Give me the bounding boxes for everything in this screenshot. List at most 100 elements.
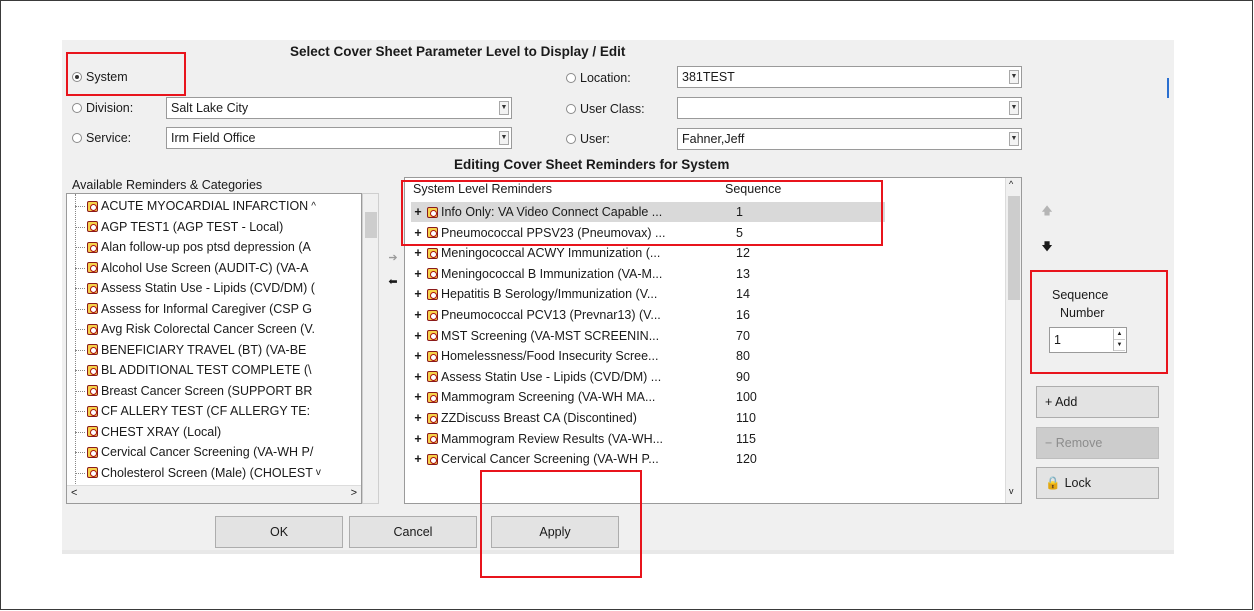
reminder-clock-icon (87, 405, 98, 417)
spin-down-icon[interactable]: ▼ (1114, 340, 1125, 351)
division-select[interactable]: Salt Lake City ▼ (166, 97, 512, 119)
remove-button[interactable]: − Remove (1036, 427, 1159, 459)
available-item-label: CF ALLERY TEST (CF ALLERGY TE: (101, 404, 311, 418)
user-class-select[interactable]: ▼ (677, 97, 1022, 119)
reminder-sequence: 5 (736, 225, 743, 240)
system-reminder-row[interactable]: + Cervical Cancer Screening (VA-WH P... 12… (411, 449, 885, 469)
system-reminder-row[interactable]: + Meningococcal B Immunization (VA-M... 13 (411, 264, 885, 284)
available-item[interactable]: Breast Cancer Screen (SUPPORT BR (67, 381, 361, 401)
reminder-clock-icon (427, 288, 438, 300)
available-item[interactable]: BENEFICIARY TRAVEL (BT) (VA-BE (67, 340, 361, 360)
scroll-up-icon[interactable]: ^ (311, 201, 316, 212)
scroll-right-icon[interactable]: > (351, 487, 357, 499)
scroll-down-icon[interactable]: v (1009, 486, 1014, 496)
system-reminder-row[interactable]: + Pneumococcal PPSV23 (Pneumovax) ... 5 (411, 223, 885, 243)
available-item[interactable]: CF ALLERY TEST (CF ALLERGY TE: (67, 401, 361, 421)
expand-plus-icon[interactable]: + (411, 205, 425, 219)
cancel-button[interactable]: Cancel (349, 516, 477, 548)
system-reminder-row[interactable]: + Mammogram Review Results (VA-WH... 115 (411, 429, 885, 449)
available-item-label: BL ADDITIONAL TEST COMPLETE (\ (101, 363, 312, 377)
apply-button[interactable]: Apply (491, 516, 619, 548)
reminder-sequence: 16 (736, 308, 750, 322)
available-reminders-list[interactable]: ACUTE MYOCARDIAL INFARCTION ^ AGP TEST1 (A… (66, 193, 362, 504)
scroll-thumb[interactable] (1008, 196, 1020, 300)
system-reminder-row[interactable]: + MST Screening (VA-MST SCREENIN... 70 (411, 326, 885, 346)
expand-plus-icon[interactable]: + (411, 287, 425, 301)
column-header-sequence: Sequence (725, 182, 782, 196)
expand-plus-icon[interactable]: + (411, 226, 425, 240)
available-item[interactable]: Assess for Informal Caregiver (CSP G (67, 299, 361, 319)
available-item[interactable]: CHEST XRAY (Local) (67, 422, 361, 442)
expand-plus-icon[interactable]: + (411, 390, 425, 404)
system-reminders-list[interactable]: System Level Reminders Sequence + Info On… (404, 177, 1022, 504)
expand-plus-icon[interactable]: + (411, 246, 425, 260)
available-item-label: CHEST XRAY (Local) (101, 424, 222, 439)
radio-service[interactable]: Service: (72, 131, 131, 145)
reminder-name: Meningococcal ACWY Immunization (... (441, 246, 661, 261)
arrow-up-icon[interactable]: 🡅 (1038, 202, 1056, 220)
system-reminder-row[interactable]: + Info Only: VA Video Connect Capable ...… (411, 202, 885, 222)
system-reminder-row[interactable]: + ZZDiscuss Breast CA (Discontined) 110 (411, 408, 885, 428)
scroll-thumb[interactable] (365, 212, 377, 238)
spinner-buttons[interactable]: ▲ ▼ (1113, 329, 1125, 351)
radio-system-label: System (86, 70, 128, 84)
system-vertical-scrollbar[interactable]: ^ v (1005, 178, 1021, 503)
tree-connector (75, 349, 85, 351)
available-item[interactable]: Alcohol Use Screen (AUDIT-C) (VA-A (67, 258, 361, 278)
expand-plus-icon[interactable]: + (411, 411, 425, 425)
radio-user-class[interactable]: User Class: (566, 102, 645, 116)
arrow-down-icon[interactable]: 🡇 (1038, 238, 1056, 256)
chevron-down-icon[interactable]: ▼ (499, 101, 509, 115)
user-select[interactable]: Fahner,Jeff ▼ (677, 128, 1022, 150)
arrow-left-icon[interactable]: ⬅ (384, 272, 402, 290)
reminder-clock-icon (87, 323, 98, 335)
system-reminder-row[interactable]: + Homelessness/Food Insecurity Scree... 80 (411, 346, 885, 366)
sequence-number-spinner[interactable]: 1 ▲ ▼ (1049, 327, 1127, 353)
system-reminder-row[interactable]: + Mammogram Screening (VA-WH MA... 100 (411, 387, 885, 407)
expand-plus-icon[interactable]: + (411, 452, 425, 466)
available-item[interactable]: Cervical Cancer Screening (VA-WH P/ (67, 442, 361, 462)
expand-plus-icon[interactable]: + (411, 370, 425, 384)
ok-button[interactable]: OK (215, 516, 343, 548)
spin-up-icon[interactable]: ▲ (1114, 329, 1125, 340)
available-item[interactable]: AGP TEST1 (AGP TEST - Local) (67, 217, 361, 237)
scroll-up-icon[interactable]: ^ (1009, 179, 1013, 189)
available-item[interactable]: BL ADDITIONAL TEST COMPLETE (\ (67, 360, 361, 380)
system-reminder-row[interactable]: + Assess Statin Use - Lipids (CVD/DM) ...… (411, 367, 885, 387)
service-select[interactable]: Irm Field Office ▼ (166, 127, 512, 149)
window-accent (1167, 78, 1169, 98)
chevron-down-icon[interactable]: ▼ (1009, 132, 1019, 146)
chevron-down-icon[interactable]: ▼ (1009, 101, 1019, 115)
radio-system[interactable]: System (72, 70, 128, 84)
horizontal-scrollbar[interactable]: < > (67, 485, 361, 503)
chevron-down-icon[interactable]: ▼ (1009, 70, 1019, 84)
available-item[interactable]: Avg Risk Colorectal Cancer Screen (V. (67, 319, 361, 339)
add-button[interactable]: + Add (1036, 386, 1159, 418)
expand-plus-icon[interactable]: + (411, 349, 425, 363)
system-reminder-row[interactable]: + Hepatitis B Serology/Immunization (V...… (411, 284, 885, 304)
radio-division[interactable]: Division: (72, 101, 133, 115)
scroll-left-icon[interactable]: < (71, 487, 77, 499)
radio-user[interactable]: User: (566, 132, 610, 146)
system-reminder-row[interactable]: + Pneumococcal PCV13 (Prevnar13) (V... 16 (411, 305, 885, 325)
available-item[interactable]: Alan follow-up pos ptsd depression (A (67, 237, 361, 257)
radio-location[interactable]: Location: (566, 71, 631, 85)
expand-plus-icon[interactable]: + (411, 432, 425, 446)
expand-plus-icon[interactable]: + (411, 308, 425, 322)
user-value: Fahner,Jeff (682, 132, 745, 146)
chevron-down-icon[interactable]: ▼ (499, 131, 509, 145)
expand-plus-icon[interactable]: + (411, 329, 425, 343)
expand-plus-icon[interactable]: + (411, 267, 425, 281)
radio-user-class-label: User Class: (580, 102, 645, 116)
available-item[interactable]: ACUTE MYOCARDIAL INFARCTION ^ (67, 196, 361, 216)
available-vertical-scrollbar[interactable] (362, 193, 379, 504)
lock-label: Lock (1064, 476, 1091, 490)
location-select[interactable]: 381TEST ▼ (677, 66, 1022, 88)
reminder-clock-icon (87, 385, 98, 396)
available-item[interactable]: Assess Statin Use - Lipids (CVD/DM) ( (67, 278, 361, 298)
lock-button[interactable]: 🔒 Lock (1036, 467, 1159, 499)
system-reminder-row[interactable]: + Meningococcal ACWY Immunization (... 12 (411, 243, 885, 263)
scroll-down-icon[interactable]: v (316, 467, 321, 478)
available-item[interactable]: Cholesterol Screen (Male) (CHOLEST v (67, 463, 361, 483)
arrow-right-icon[interactable]: ➔ (384, 248, 402, 266)
